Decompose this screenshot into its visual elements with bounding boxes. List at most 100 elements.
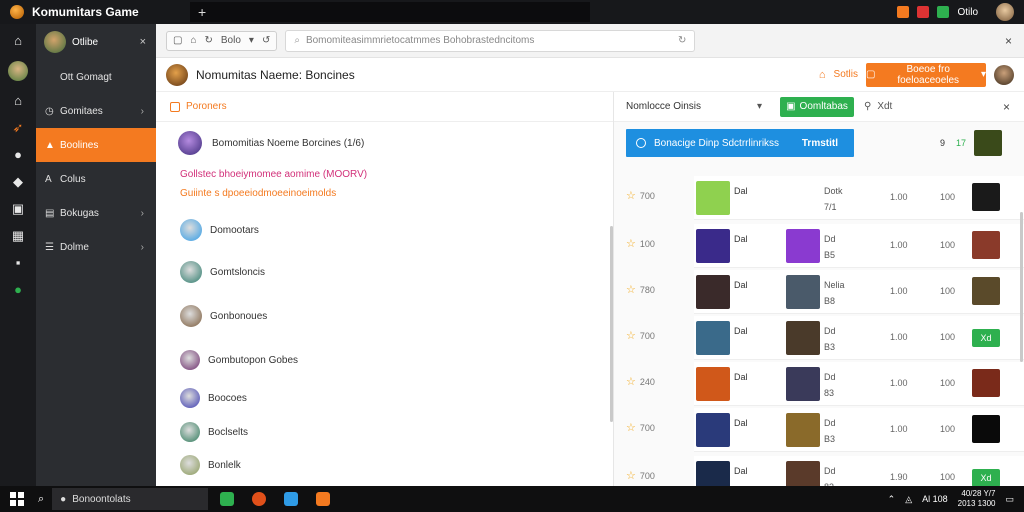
list-item[interactable]: Gomtsloncis	[156, 251, 613, 293]
app-icon-green[interactable]	[220, 492, 235, 506]
address-text: Bomomiteasimmrietocatmmes Bohobrastednci…	[305, 35, 535, 46]
nav-group: ▢ ⌂ ↻ Bolo ▾ ↺	[166, 30, 278, 51]
list-item-avatar	[180, 305, 202, 327]
refresh-icon[interactable]: ↻	[205, 35, 213, 46]
game-row[interactable]: Dal Dd B5 1.00 100	[694, 224, 1024, 268]
tray-text: Al 108	[922, 494, 948, 504]
info-icon[interactable]: ▪	[11, 256, 25, 270]
new-tab-button[interactable]: +	[198, 4, 206, 20]
reload-icon[interactable]: ↺	[262, 35, 270, 46]
taskbar-search[interactable]: ● Bonoontolats	[52, 488, 209, 510]
list-item-label: Gomtsloncis	[210, 266, 266, 278]
rank-value: 700	[639, 422, 655, 433]
store-icon[interactable]	[316, 492, 331, 506]
rocket-icon[interactable]: ➶	[11, 121, 25, 135]
game-count: 100	[940, 240, 956, 250]
clock-date: 2013 1300	[957, 499, 996, 508]
home-icon[interactable]: ⌂	[190, 35, 196, 46]
sidebar-item-label: Ott Gomagt	[60, 71, 112, 83]
sidebar-item[interactable]: A Colus	[36, 162, 156, 196]
close-icon[interactable]: ×	[1003, 100, 1010, 114]
list-item-avatar	[180, 455, 200, 475]
game-row[interactable]: Dal Dd 83 1.00 100	[694, 362, 1024, 406]
grid-icon[interactable]: ▦	[11, 229, 25, 243]
game-subtitle-2: B8	[824, 296, 836, 306]
list-item[interactable]: Domootars	[156, 209, 613, 251]
primary-action-button[interactable]: ▢ Boeoe fro foeloaceoeles ▾	[866, 62, 986, 87]
info-banner[interactable]: Bonacige Dinp Sdctrrlinrikss Trmstitl	[626, 129, 854, 157]
clock[interactable]: 40/28 Y/7 2013 1300	[958, 489, 996, 509]
game-row[interactable]: Dal Dd B3 1.00 100 Xd	[694, 316, 1024, 360]
list-item[interactable]: Gombutopon Gobes	[156, 339, 613, 381]
game-count: 100	[940, 332, 956, 342]
search-label: Xdt	[877, 101, 893, 112]
list-item[interactable]: Gonbonoues	[156, 293, 613, 339]
right-panel: Nomlocce Oinsis ▾ ▣ Oomltabas ⚲ Xdt × Bo…	[614, 92, 1024, 500]
sidebar-item[interactable]: Ott Gomagt	[36, 60, 156, 94]
game-icon-right	[972, 277, 1000, 305]
network-icon[interactable]: ◬	[905, 494, 912, 505]
chevron-up-icon[interactable]: ⌃	[888, 494, 896, 505]
home-icon[interactable]: ⌂	[11, 94, 25, 108]
game-tag: Dal	[734, 326, 748, 336]
sidebar-item-icon: ◷	[45, 105, 54, 117]
green-badge[interactable]: Xd	[972, 469, 1000, 487]
windows-start-icon[interactable]	[10, 492, 24, 506]
game-value: 1.90	[890, 472, 908, 482]
list-item-label: Gombutopon Gobes	[208, 354, 299, 366]
banner-action[interactable]: Trmstitl	[802, 138, 838, 149]
close-icon[interactable]: ×	[1005, 34, 1012, 48]
game-row[interactable]: Dal Dotk 7/1 1.00 100	[694, 176, 1024, 220]
alert-icon[interactable]	[917, 6, 930, 18]
game-subtitle: Dd	[824, 418, 836, 428]
featured-item[interactable]: Bomomitias Noeme Borcines (1/6)	[156, 122, 613, 164]
browser-icon[interactable]	[252, 492, 267, 506]
sidebar-item[interactable]: ▤ Bokugas ›	[36, 196, 156, 230]
bell-icon[interactable]: ⌂	[819, 69, 826, 81]
title-tab[interactable]: +	[190, 2, 590, 22]
search-area[interactable]: ⚲ Xdt	[864, 101, 892, 112]
notification-icon[interactable]	[897, 6, 910, 18]
search-icon[interactable]: ⌕	[38, 493, 44, 506]
game-value: 1.00	[890, 192, 908, 202]
folder-icon[interactable]	[284, 492, 299, 506]
list-item[interactable]: Boocoes	[156, 381, 613, 415]
nav-label[interactable]: Bolo	[221, 35, 241, 46]
address-bar[interactable]: ⌕ Bomomiteasimmrietocatmmes Bohobrastedn…	[285, 29, 696, 52]
chevron-down-icon: ▾	[980, 69, 986, 80]
sidebar-avatar[interactable]	[44, 31, 66, 53]
user-avatar[interactable]	[996, 3, 1014, 21]
sidebar-item[interactable]: ▲ Boolines	[36, 128, 156, 162]
game-row[interactable]: Dal Dd B3 1.00 100	[694, 408, 1024, 452]
sidebar-close-icon[interactable]: ×	[140, 36, 146, 48]
green-action-label: Oomltabas	[799, 101, 848, 112]
left-scrollbar[interactable]	[610, 226, 613, 422]
highlight-link-pink[interactable]: Gollstec bhoeiymomee aomime (MOORV)	[156, 164, 613, 185]
settings-link[interactable]: Sotlis	[834, 69, 858, 80]
game-thumbnail-secondary	[786, 413, 820, 447]
reload-icon[interactable]: ↻	[678, 35, 686, 46]
star-icon: ☆	[626, 470, 636, 482]
list-item-avatar	[180, 219, 202, 241]
list-item[interactable]: Bonlelk	[156, 449, 613, 481]
image-icon[interactable]: ▣	[11, 202, 25, 216]
chevron-down-icon[interactable]: ▾	[249, 35, 254, 46]
circle-icon[interactable]: ●	[11, 148, 25, 162]
back-icon[interactable]: ▢	[173, 35, 182, 46]
user-avatar[interactable]	[994, 64, 1014, 85]
game-row[interactable]: Dal Nelia B8 1.00 100	[694, 270, 1024, 314]
list-item[interactable]: Boclselts	[156, 415, 613, 449]
shield-icon[interactable]: ◆	[11, 175, 25, 189]
right-scrollbar[interactable]	[1020, 212, 1023, 362]
filter-select[interactable]: Nomlocce Oinsis ▾	[626, 101, 762, 112]
highlight-link-orange[interactable]: Guiinte s dpoeeiodmoeeinoeimolds	[156, 185, 613, 209]
sidebar-item[interactable]: ◷ Gomitaes ›	[36, 94, 156, 128]
sidebar-item[interactable]: ☰ Dolme ›	[36, 230, 156, 264]
avatar[interactable]	[8, 61, 28, 81]
notifications-icon[interactable]: ▭	[1005, 494, 1014, 505]
green-badge[interactable]: Xd	[972, 329, 1000, 347]
home-icon[interactable]: ⌂	[11, 34, 25, 48]
title-right: Otilo	[897, 3, 1024, 21]
green-action-button[interactable]: ▣ Oomltabas	[780, 96, 854, 117]
list-item-avatar	[180, 422, 200, 442]
